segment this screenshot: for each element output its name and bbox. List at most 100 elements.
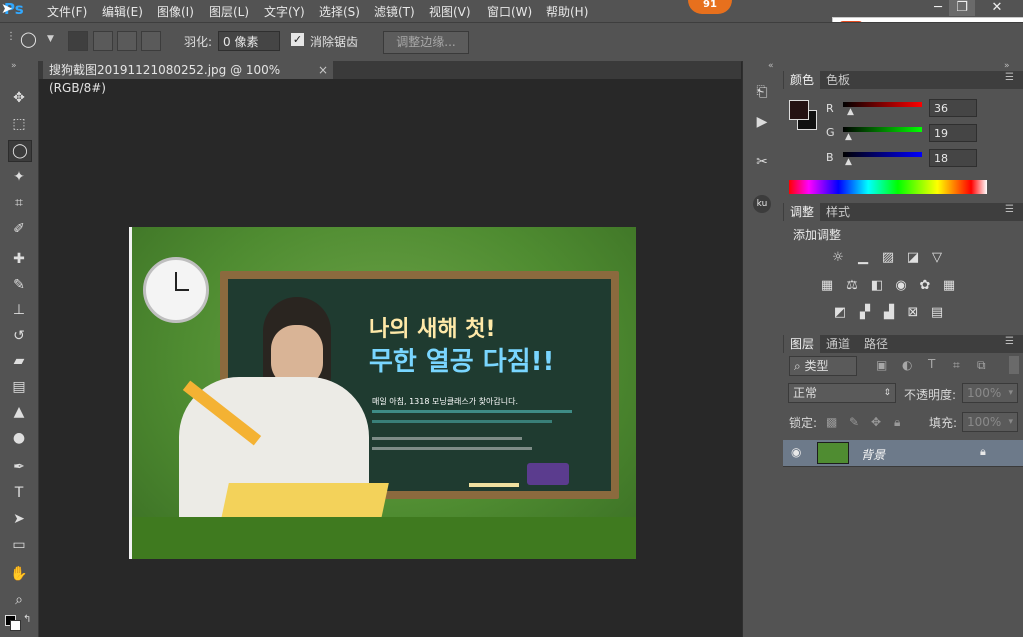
menu-select[interactable]: 选择(S) bbox=[319, 3, 360, 20]
smart-filter-icon[interactable]: ⧉ bbox=[977, 358, 986, 373]
b-slider[interactable] bbox=[843, 152, 922, 157]
history-brush-tool-icon[interactable]: ↺ bbox=[8, 326, 30, 346]
minimize-icon[interactable]: ─ bbox=[925, 0, 951, 16]
opacity-input[interactable]: 100% ▾ bbox=[962, 383, 1018, 403]
eyedropper-tool-icon[interactable]: ✐ bbox=[8, 219, 30, 239]
hue-saturation-icon[interactable]: ▦ bbox=[819, 279, 835, 293]
photo-filter-icon[interactable]: ◉ bbox=[893, 279, 909, 293]
filter-toggle[interactable] bbox=[1009, 356, 1019, 374]
adjust-filter-icon[interactable]: ◐ bbox=[902, 358, 912, 372]
marquee-tool-icon[interactable]: ⬚ bbox=[8, 114, 30, 134]
g-value[interactable]: 19 bbox=[929, 124, 977, 142]
panel-menu-icon[interactable]: ☰ bbox=[1005, 72, 1014, 83]
collapse-panels-icon[interactable]: » bbox=[1004, 61, 1010, 71]
tab-channels[interactable]: 通道 bbox=[820, 335, 856, 353]
lock-transparent-icon[interactable]: ▩ bbox=[826, 415, 837, 429]
canvas-image[interactable]: 나의 새해 첫! 무한 열공 다짐!! 매일 아침, 1318 모닝클래스가 찾… bbox=[129, 227, 636, 559]
crop-tool-icon[interactable]: ⌗ bbox=[8, 193, 30, 213]
exposure-icon[interactable]: ◪ bbox=[905, 251, 921, 265]
feather-input[interactable]: 0 像素 bbox=[218, 31, 280, 51]
add-selection-button[interactable] bbox=[93, 31, 113, 51]
menu-window[interactable]: 窗口(W) bbox=[487, 3, 532, 20]
tab-layers[interactable]: 图层 bbox=[784, 335, 821, 353]
tools-preset-icon[interactable]: ✂ bbox=[752, 152, 772, 172]
vibrance-icon[interactable]: ▽ bbox=[929, 251, 945, 265]
layer-filter-kind[interactable]: ⌕ 类型 bbox=[789, 356, 857, 376]
type-tool-icon[interactable]: T bbox=[8, 483, 30, 503]
collapse-dock-icon[interactable]: « bbox=[768, 61, 774, 71]
intersect-selection-button[interactable] bbox=[141, 31, 161, 51]
tab-adjustments[interactable]: 调整 bbox=[784, 203, 821, 221]
color-spectrum[interactable] bbox=[789, 180, 987, 194]
selective-color-icon[interactable]: ⊠ bbox=[905, 306, 921, 320]
layer-name[interactable]: 背景 bbox=[861, 446, 885, 463]
brush-tool-icon[interactable]: ✎ bbox=[8, 275, 30, 295]
lock-image-icon[interactable]: ✎ bbox=[849, 415, 859, 429]
tab-color[interactable]: 颜色 bbox=[784, 71, 821, 89]
g-slider-thumb[interactable]: ▲ bbox=[845, 132, 852, 142]
b-value[interactable]: 18 bbox=[929, 149, 977, 167]
menu-edit[interactable]: 编辑(E) bbox=[102, 3, 143, 20]
panel-menu-icon-2[interactable]: ☰ bbox=[1005, 204, 1014, 215]
collapse-icon[interactable]: » bbox=[11, 61, 17, 71]
restore-icon[interactable]: ❐ bbox=[949, 0, 975, 16]
menu-view[interactable]: 视图(V) bbox=[429, 3, 471, 20]
tab-styles[interactable]: 样式 bbox=[820, 203, 856, 221]
invert-icon[interactable]: ◩ bbox=[832, 306, 848, 320]
lasso-tool-icon[interactable]: ◯ bbox=[8, 140, 32, 162]
black-white-icon[interactable]: ◧ bbox=[869, 279, 885, 293]
shape-filter-icon[interactable]: ⌗ bbox=[953, 358, 960, 373]
threshold-icon[interactable]: ▟ bbox=[881, 306, 897, 320]
path-select-tool-icon[interactable]: ➤ bbox=[8, 509, 30, 529]
curves-icon[interactable]: ▨ bbox=[880, 251, 896, 265]
actions-play-icon[interactable]: ▶ bbox=[752, 112, 772, 132]
hand-tool-icon[interactable]: ✋ bbox=[8, 564, 30, 584]
kuler-icon[interactable]: ku bbox=[753, 195, 771, 213]
lock-position-icon[interactable]: ✥ bbox=[871, 415, 881, 429]
rectangle-tool-icon[interactable]: ▭ bbox=[8, 535, 30, 555]
levels-icon[interactable]: ▁ bbox=[855, 251, 871, 265]
subtract-selection-button[interactable] bbox=[117, 31, 137, 51]
visibility-eye-icon[interactable]: ◉ bbox=[791, 445, 801, 459]
eraser-tool-icon[interactable]: ▰ bbox=[8, 351, 30, 371]
b-slider-thumb[interactable]: ▲ bbox=[845, 157, 852, 167]
gradient-tool-icon[interactable]: ▤ bbox=[8, 377, 30, 397]
menu-image[interactable]: 图像(I) bbox=[157, 3, 194, 20]
color-lookup-icon[interactable]: ▦ bbox=[941, 279, 957, 293]
menu-help[interactable]: 帮助(H) bbox=[546, 3, 588, 20]
magic-wand-tool-icon[interactable]: ✦ bbox=[8, 167, 30, 187]
color-balance-icon[interactable]: ⚖ bbox=[844, 279, 860, 293]
menu-type[interactable]: 文字(Y) bbox=[264, 3, 305, 20]
healing-brush-tool-icon[interactable]: ✚ bbox=[8, 249, 30, 269]
stamp-tool-icon[interactable]: ⊥ bbox=[8, 300, 30, 320]
antialias-checkbox[interactable]: ✓ bbox=[291, 33, 304, 46]
new-selection-button[interactable] bbox=[68, 31, 88, 51]
fill-input[interactable]: 100% ▾ bbox=[962, 412, 1018, 432]
channel-mixer-icon[interactable]: ✿ bbox=[917, 279, 933, 293]
pen-tool-icon[interactable]: ✒ bbox=[8, 457, 30, 477]
swap-colors-icon[interactable]: ↰ bbox=[23, 614, 31, 625]
zoom-tool-icon[interactable]: ⌕ bbox=[8, 590, 30, 610]
gradient-map-icon[interactable]: ▤ bbox=[929, 306, 945, 320]
type-filter-icon[interactable]: T bbox=[928, 357, 935, 371]
dodge-tool-icon[interactable]: ● bbox=[8, 428, 30, 448]
refine-edge-button[interactable]: 调整边缘... bbox=[383, 31, 469, 54]
lock-all-icon[interactable]: 🔒︎ bbox=[894, 415, 900, 430]
lasso-preset-icon[interactable]: ◯ bbox=[20, 30, 37, 48]
foreground-swatch[interactable] bbox=[789, 100, 809, 120]
posterize-icon[interactable]: ▞ bbox=[857, 306, 873, 320]
brightness-icon[interactable]: ☼ bbox=[830, 251, 846, 265]
menu-layer[interactable]: 图层(L) bbox=[209, 3, 249, 20]
background-color-swatch[interactable] bbox=[10, 620, 21, 631]
r-slider-thumb[interactable]: ▲ bbox=[847, 107, 854, 117]
close-icon[interactable]: ✕ bbox=[984, 0, 1010, 16]
close-tab-icon[interactable]: × bbox=[318, 61, 328, 79]
r-slider[interactable] bbox=[843, 102, 922, 107]
tab-paths[interactable]: 路径 bbox=[858, 335, 894, 353]
document-tab[interactable]: 搜狗截图20191121080252.jpg @ 100%(RGB/8#) bbox=[43, 61, 333, 95]
menu-filter[interactable]: 滤镜(T) bbox=[374, 3, 415, 20]
tab-swatches[interactable]: 色板 bbox=[820, 71, 856, 89]
menu-file[interactable]: 文件(F) bbox=[47, 3, 87, 20]
blur-tool-icon[interactable]: ▲ bbox=[8, 402, 30, 422]
move-tool-icon[interactable]: ✥ bbox=[8, 88, 30, 108]
